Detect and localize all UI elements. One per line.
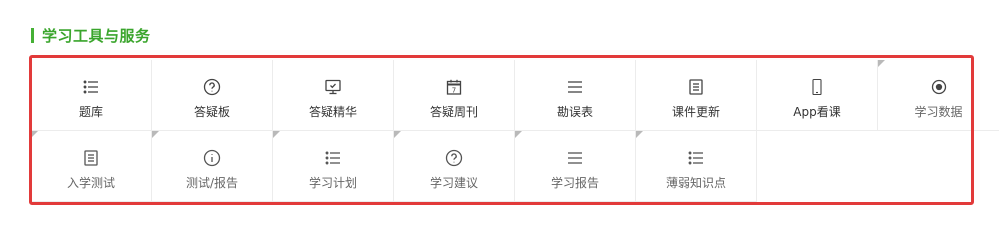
corner-marker <box>878 60 885 67</box>
tool-tile-ceshi-baogao[interactable]: 测试/报告 <box>152 131 273 202</box>
tool-label: 答疑精华 <box>308 105 357 119</box>
tool-label: 学习建议 <box>429 176 478 190</box>
menu-lines-icon <box>566 149 584 167</box>
tool-tile-dayijinghua[interactable]: 答疑精华 <box>273 60 394 131</box>
svg-text:7: 7 <box>452 87 456 95</box>
list-icon <box>82 78 100 96</box>
question-circle-icon <box>445 149 463 167</box>
info-circle-icon <box>203 149 221 167</box>
tool-tile-tiku[interactable]: 题库 <box>31 60 152 131</box>
tool-tile-boruozhishidian[interactable]: 薄弱知识点 <box>636 131 757 202</box>
tool-tile-dayizhoukan[interactable]: 7 答疑周刊 <box>394 60 515 131</box>
list-icon <box>687 149 705 167</box>
corner-marker <box>394 131 401 138</box>
tools-grid: 题库 答疑板 答疑精华 7 答疑周刊 勘误表 课件更新 App看课 学习数据 入… <box>31 60 1000 205</box>
question-circle-icon <box>203 78 221 96</box>
tool-tile-kejiangengxin[interactable]: 课件更新 <box>636 60 757 131</box>
tool-label: 答疑板 <box>193 105 230 119</box>
section-header: 学习工具与服务 <box>31 26 151 45</box>
corner-marker <box>636 131 643 138</box>
tool-label: 测试/报告 <box>185 176 239 190</box>
tool-tile-xuexishuju[interactable]: 学习数据 <box>878 60 999 131</box>
tool-tile-xuexijihua[interactable]: 学习计划 <box>273 131 394 202</box>
corner-marker <box>31 131 38 138</box>
tool-tile-xuexijianyi[interactable]: 学习建议 <box>394 131 515 202</box>
tool-tile-app-kanke[interactable]: App看课 <box>757 60 878 131</box>
tool-tile-ruxueceshi[interactable]: 入学测试 <box>31 131 152 202</box>
tool-label: 题库 <box>78 105 103 119</box>
document-icon <box>82 149 100 167</box>
section-title: 学习工具与服务 <box>42 26 151 45</box>
menu-lines-icon <box>566 78 584 96</box>
phone-icon <box>808 78 826 96</box>
tool-label: 薄弱知识点 <box>665 176 726 190</box>
corner-marker <box>515 131 522 138</box>
list-icon <box>324 149 342 167</box>
tool-tile-dayiban[interactable]: 答疑板 <box>152 60 273 131</box>
corner-marker <box>152 131 159 138</box>
tool-label: 学习数据 <box>914 105 963 119</box>
document-icon <box>687 78 705 96</box>
tool-label: 学习报告 <box>550 176 599 190</box>
corner-marker <box>273 131 280 138</box>
tool-tile-kanwubiao[interactable]: 勘误表 <box>515 60 636 131</box>
section-accent-bar <box>31 27 34 43</box>
tool-label: App看课 <box>793 105 841 119</box>
tool-label: 答疑周刊 <box>429 105 478 119</box>
tool-label: 学习计划 <box>308 176 357 190</box>
tool-label: 勘误表 <box>556 105 593 119</box>
tool-label: 课件更新 <box>671 105 720 119</box>
calendar-icon: 7 <box>445 78 463 96</box>
tool-label: 入学测试 <box>66 176 115 190</box>
target-icon <box>930 78 948 96</box>
tool-tile-xuexibaogao[interactable]: 学习报告 <box>515 131 636 202</box>
monitor-icon <box>324 78 342 96</box>
